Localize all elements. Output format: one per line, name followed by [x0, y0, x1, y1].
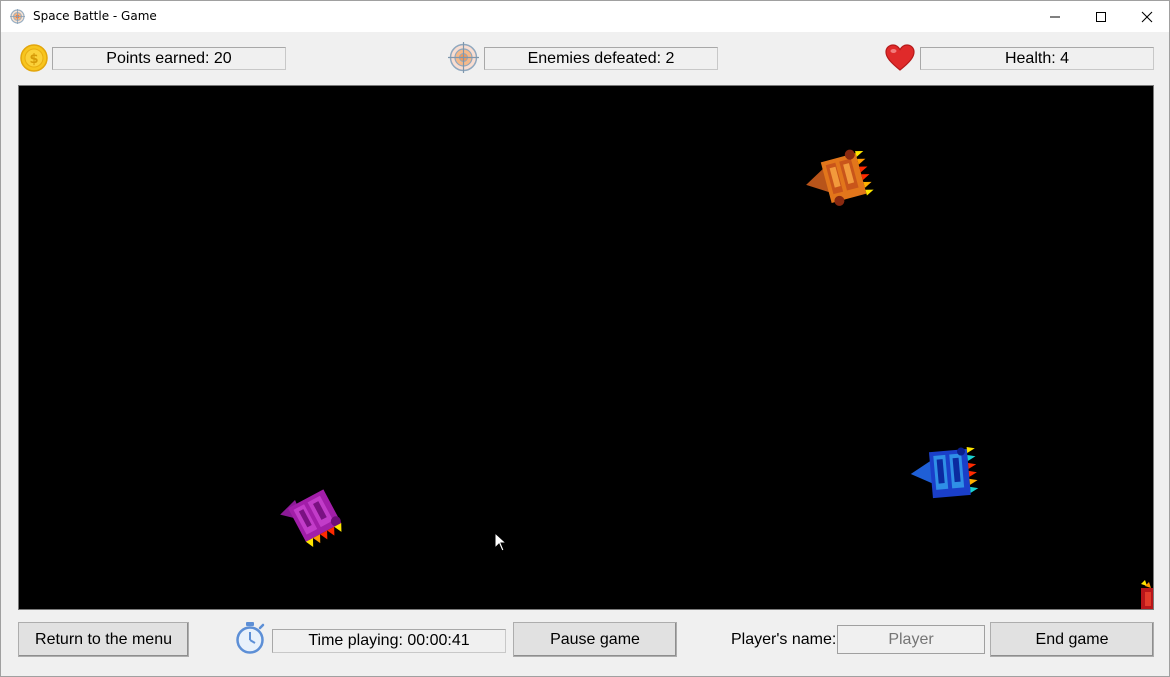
minimize-icon — [1050, 16, 1060, 17]
close-button[interactable] — [1124, 1, 1170, 32]
heart-icon — [885, 44, 915, 77]
enemy-ship-partial — [1141, 580, 1153, 609]
minimize-button[interactable] — [1032, 1, 1078, 32]
player-name-label: Player's name: — [731, 631, 837, 648]
enemy-ship-blue — [910, 447, 979, 499]
svg-text:$: $ — [29, 52, 38, 67]
enemies-display: Enemies defeated: 2 — [484, 47, 718, 70]
coin-icon: $ — [20, 44, 48, 77]
target-icon — [448, 42, 479, 78]
return-to-menu-button[interactable]: Return to the menu — [18, 622, 189, 657]
points-display: Points earned: 20 — [52, 47, 286, 70]
time-playing-display: Time playing: 00:00:41 — [272, 629, 506, 653]
enemy-ship-orange — [806, 149, 874, 206]
player-ship-purple — [280, 489, 342, 547]
game-window: Space Battle - Game $ Points earned: 20 … — [0, 0, 1170, 677]
player-name-input[interactable] — [837, 625, 985, 654]
maximize-icon — [1096, 11, 1106, 22]
app-target-icon — [10, 9, 25, 24]
close-icon — [1141, 11, 1153, 22]
maximize-button[interactable] — [1078, 1, 1124, 32]
window-title: Space Battle - Game — [33, 9, 157, 23]
game-canvas[interactable] — [18, 85, 1154, 610]
stopwatch-icon — [234, 621, 266, 660]
end-game-button[interactable]: End game — [990, 622, 1154, 657]
pause-game-button[interactable]: Pause game — [513, 622, 677, 657]
title-bar[interactable]: Space Battle - Game — [1, 1, 1169, 32]
mouse-cursor-icon — [494, 532, 508, 552]
health-display: Health: 4 — [920, 47, 1154, 70]
